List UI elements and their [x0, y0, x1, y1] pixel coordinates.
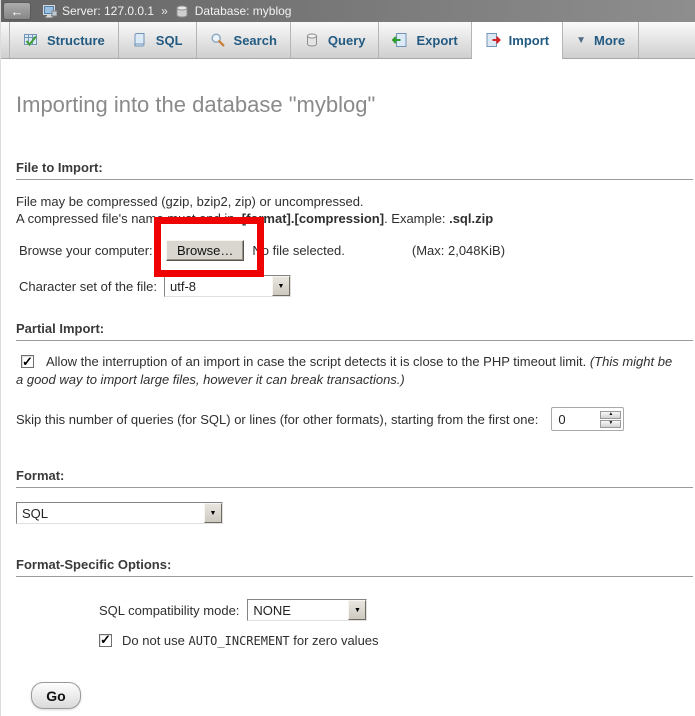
spinner-up-button[interactable]: ▲ [600, 411, 621, 419]
breadcrumb-database[interactable]: Database: myblog [195, 4, 292, 18]
format-select[interactable]: SQL ▼ [16, 502, 223, 524]
example-extension: .sql.zip [449, 211, 493, 226]
breadcrumb-separator: » [161, 4, 168, 18]
format-selected-value: SQL [17, 503, 204, 523]
page-title: Importing into the database "myblog" [16, 92, 695, 118]
tab-sql[interactable]: SQL [119, 22, 197, 58]
spinner-buttons: ▲ ▼ [600, 411, 621, 428]
sql-compatibility-value: NONE [248, 600, 348, 620]
breadcrumb-server[interactable]: Server: 127.0.0.1 [62, 4, 154, 18]
tab-structure[interactable]: Structure [9, 22, 119, 58]
search-icon [210, 32, 226, 48]
chevron-down-icon: ▼ [354, 607, 361, 614]
browse-label: Browse your computer: [19, 243, 166, 258]
skip-queries-row: Skip this number of queries (for SQL) or… [16, 407, 695, 431]
dropdown-arrow-button[interactable]: ▼ [348, 600, 366, 620]
skip-queries-input[interactable]: 0 ▲ ▼ [551, 407, 624, 431]
allow-interruption-row: ✓ Allow the interruption of an import in … [16, 353, 677, 388]
database-icon [175, 4, 190, 19]
section-heading-partial-import: Partial Import: [16, 321, 693, 341]
dropdown-arrow-button[interactable]: ▼ [272, 276, 290, 296]
sql-icon [132, 32, 148, 48]
check-icon: ✓ [22, 353, 33, 371]
auto-increment-code: AUTO_INCREMENT [189, 634, 290, 648]
auto-increment-checkbox[interactable]: ✓ [99, 634, 112, 647]
export-icon [392, 32, 408, 48]
tab-label: Query [328, 33, 366, 48]
skip-queries-value: 0 [554, 412, 600, 427]
go-button[interactable]: Go [31, 682, 81, 709]
tab-label: Import [509, 33, 549, 48]
format-row: SQL ▼ [16, 502, 695, 524]
dropdown-arrow-button[interactable]: ▼ [204, 503, 222, 523]
charset-row: Character set of the file: utf-8 ▼ [19, 275, 695, 297]
sql-compatibility-select[interactable]: NONE ▼ [247, 599, 367, 621]
charset-selected-value: utf-8 [165, 276, 272, 296]
auto-increment-row: ✓ Do not use AUTO_INCREMENT for zero val… [99, 633, 695, 648]
tab-label: Structure [47, 33, 105, 48]
tab-label: Search [234, 33, 277, 48]
section-heading-format: Format: [16, 468, 693, 488]
sql-compatibility-label: SQL compatibility mode: [99, 603, 239, 618]
spinner-down-button[interactable]: ▼ [600, 420, 621, 428]
no-file-selected-text: No file selected. [252, 243, 345, 258]
structure-icon [23, 32, 39, 48]
spinner-down-icon: ▼ [608, 421, 613, 426]
tab-label: SQL [156, 33, 183, 48]
chevron-down-icon: ▼ [576, 35, 586, 46]
spinner-up-icon: ▲ [608, 412, 613, 417]
check-icon: ✓ [100, 632, 111, 648]
query-icon [304, 32, 320, 48]
server-icon [42, 4, 57, 19]
tab-import[interactable]: Import [472, 22, 563, 59]
browse-row: Browse your computer: Browse… No file se… [19, 240, 695, 261]
tab-search[interactable]: Search [197, 22, 291, 58]
section-heading-format-specific: Format-Specific Options: [16, 557, 693, 577]
auto-increment-label: Do not use AUTO_INCREMENT for zero value… [122, 633, 379, 648]
compression-note-line1: File may be compressed (gzip, bzip2, zip… [16, 194, 364, 209]
tab-query[interactable]: Query [291, 22, 380, 58]
back-arrow-icon: ← [11, 5, 24, 18]
charset-select[interactable]: utf-8 ▼ [164, 275, 291, 297]
format-compression-pattern: .[format].[compression] [238, 211, 384, 226]
tab-label: More [594, 33, 625, 48]
compression-note: File may be compressed (gzip, bzip2, zip… [16, 193, 680, 227]
import-icon [485, 32, 501, 48]
chevron-down-icon: ▼ [210, 510, 217, 517]
breadcrumb-bar: ← Server: 127.0.0.1 » Database: myblog [1, 0, 695, 22]
skip-queries-label: Skip this number of queries (for SQL) or… [16, 412, 538, 427]
example-text: . Example: [384, 211, 449, 226]
chevron-down-icon: ▼ [278, 283, 285, 290]
tab-label: Export [416, 33, 457, 48]
section-heading-file-to-import: File to Import: [16, 160, 693, 180]
phpmyadmin-import-page: ← Server: 127.0.0.1 » Database: myblog S… [0, 0, 695, 716]
compression-note-line2: A compressed file's name must end in [16, 211, 238, 226]
tab-bar: Structure SQL Search Query Export [1, 22, 695, 59]
tab-export[interactable]: Export [379, 22, 471, 58]
charset-label: Character set of the file: [19, 279, 164, 294]
sql-compatibility-row: SQL compatibility mode: NONE ▼ [99, 599, 695, 621]
tab-more[interactable]: ▼ More [563, 22, 639, 58]
allow-interruption-label: Allow the interruption of an import in c… [46, 354, 590, 369]
max-size-note: (Max: 2,048KiB) [412, 243, 505, 258]
back-button[interactable]: ← [3, 2, 31, 20]
allow-interruption-checkbox[interactable]: ✓ [21, 355, 34, 368]
browse-button[interactable]: Browse… [166, 240, 244, 261]
